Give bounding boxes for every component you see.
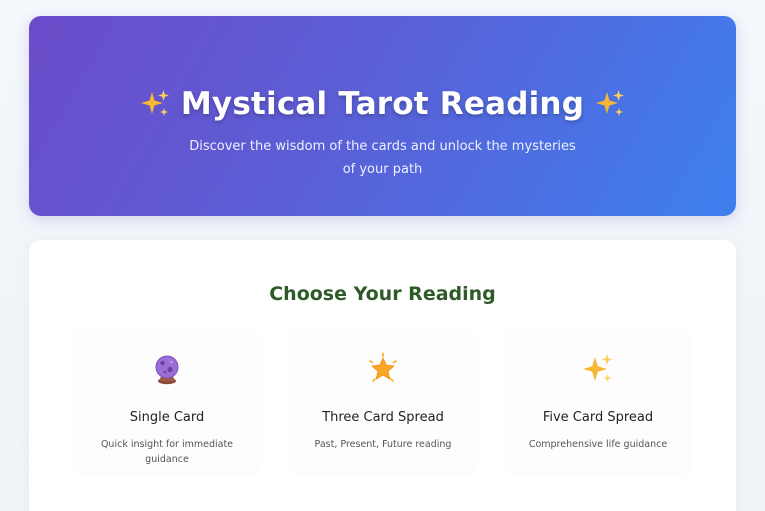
- crystal-ball-icon: [72, 352, 262, 386]
- sparkles-icon: [503, 352, 693, 386]
- hero-title-row: Mystical Tarot Reading: [29, 86, 736, 122]
- reading-option-name: Five Card Spread: [542, 410, 654, 425]
- glowing-star-icon: [288, 352, 478, 386]
- sparkles-icon: [594, 88, 626, 120]
- reading-option-name: Single Card: [129, 410, 205, 425]
- hero-banner: Mystical Tarot Reading Discover the wisd…: [29, 16, 736, 216]
- page: Mystical Tarot Reading Discover the wisd…: [0, 0, 765, 511]
- reading-selection-panel: Choose Your Reading Single Card Quick in…: [29, 240, 736, 511]
- reading-option-description: Quick insight for immediate guidance: [100, 439, 234, 465]
- section-title: Choose Your Reading: [269, 283, 496, 305]
- hero-subtitle: Discover the wisdom of the cards and unl…: [189, 139, 576, 177]
- reading-option-description: Comprehensive life guidance: [528, 439, 668, 450]
- sparkles-icon: [139, 88, 171, 120]
- reading-option-description: Past, Present, Future reading: [314, 439, 452, 450]
- reading-option-five-card-spread[interactable]: Five Card Spread Comprehensive life guid…: [503, 330, 693, 475]
- reading-option-three-card-spread[interactable]: Three Card Spread Past, Present, Future …: [288, 330, 478, 475]
- reading-option-name: Three Card Spread: [322, 410, 444, 425]
- reading-option-single-card[interactable]: Single Card Quick insight for immediate …: [72, 330, 262, 475]
- page-title: Mystical Tarot Reading: [180, 86, 585, 122]
